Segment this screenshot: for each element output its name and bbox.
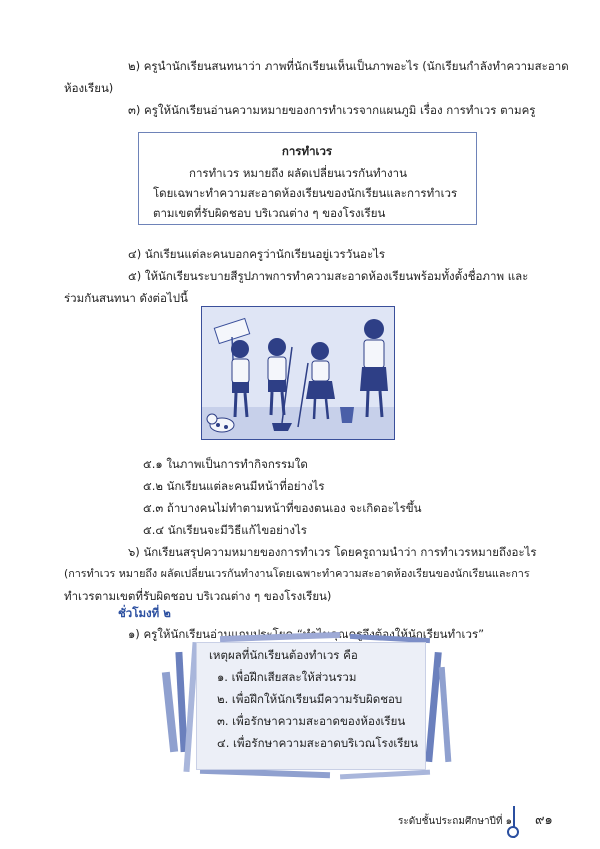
step-6-line-1: ๖) นักเรียนสรุปความหมายของการทำเวร โดยคร…	[128, 545, 537, 559]
children-cleaning-drawing	[202, 307, 394, 439]
definition-box: การทำเวร การทำเวร หมายถึง ผลัดเปลี่ยนเวร…	[138, 132, 477, 225]
reasons-box: เหตุผลที่นักเรียนต้องทำเวร คือ ๑. เพื่อฝ…	[196, 642, 426, 770]
step-3: ๓) ครูให้นักเรียนอ่านความหมายของการทำเวร…	[128, 103, 536, 117]
reason-item: ๓. เพื่อรักษาความสะอาดของห้องเรียน	[217, 714, 406, 728]
question-5-2: ๕.๒ นักเรียนแต่ละคนมีหน้าที่อย่างไร	[143, 479, 325, 493]
step-6-line-2: (การทำเวร หมายถึง ผลัดเปลี่ยนเวรกันทำงาน…	[64, 567, 530, 580]
step-2-line-2: ห้องเรียน)	[64, 81, 114, 95]
reason-item: ๑. เพื่อฝึกเสียสละให้ส่วนรวม	[217, 670, 357, 684]
reasons-title: เหตุผลที่นักเรียนต้องทำเวร คือ	[209, 648, 358, 662]
footer-dot-icon	[507, 826, 519, 838]
step-5-line-2: ร่วมกันสนทนา ดังต่อไปนี้	[64, 291, 188, 305]
page-number: ๙๑	[535, 813, 553, 828]
cleaning-illustration	[201, 306, 395, 440]
definition-title: การทำเวร	[281, 144, 333, 158]
reasons-frame: เหตุผลที่นักเรียนต้องทำเวร คือ ๑. เพื่อฝ…	[160, 632, 455, 782]
definition-line-2: โดยเฉพาะทำความสะอาดห้องเรียนของนักเรียนแ…	[153, 186, 458, 200]
question-5-1: ๕.๑ ในภาพเป็นการทำกิจกรรมใด	[143, 457, 308, 471]
reason-item: ๔. เพื่อรักษาความสะอาดบริเวณโรงเรียน	[217, 736, 419, 750]
question-5-3: ๕.๓ ถ้าบางคนไม่ทำตามหน้าที่ของตนเอง จะเก…	[143, 501, 422, 515]
step-4: ๔) นักเรียนแต่ละคนบอกครูว่านักเรียนอยู่เ…	[128, 247, 386, 261]
step-5-line-1: ๕) ให้นักเรียนระบายสีรูปภาพการทำความสะอา…	[128, 269, 529, 283]
definition-line-3: ตามเขตที่รับผิดชอบ บริเวณต่าง ๆ ของโรงเร…	[153, 206, 386, 220]
definition-line-1: การทำเวร หมายถึง ผลัดเปลี่ยนเวรกันทำงาน	[189, 166, 407, 180]
step-2-line-1: ๒) ครูนำนักเรียนสนทนาว่า ภาพที่นักเรียนเ…	[128, 59, 569, 73]
question-5-4: ๕.๔ นักเรียนจะมีวิธีแก้ไขอย่างไร	[143, 523, 307, 537]
footer-grade-label: ระดับชั้นประถมศึกษาปีที่ ๑	[398, 816, 513, 827]
reason-item: ๒. เพื่อฝึกให้นักเรียนมีความรับผิดชอบ	[217, 692, 403, 706]
hour-2-heading: ชั่วโมงที่ ๒	[118, 606, 171, 620]
step-6-line-3: ทำเวรตามเขตที่รับผิดชอบ บริเวณต่าง ๆ ของ…	[64, 589, 332, 603]
